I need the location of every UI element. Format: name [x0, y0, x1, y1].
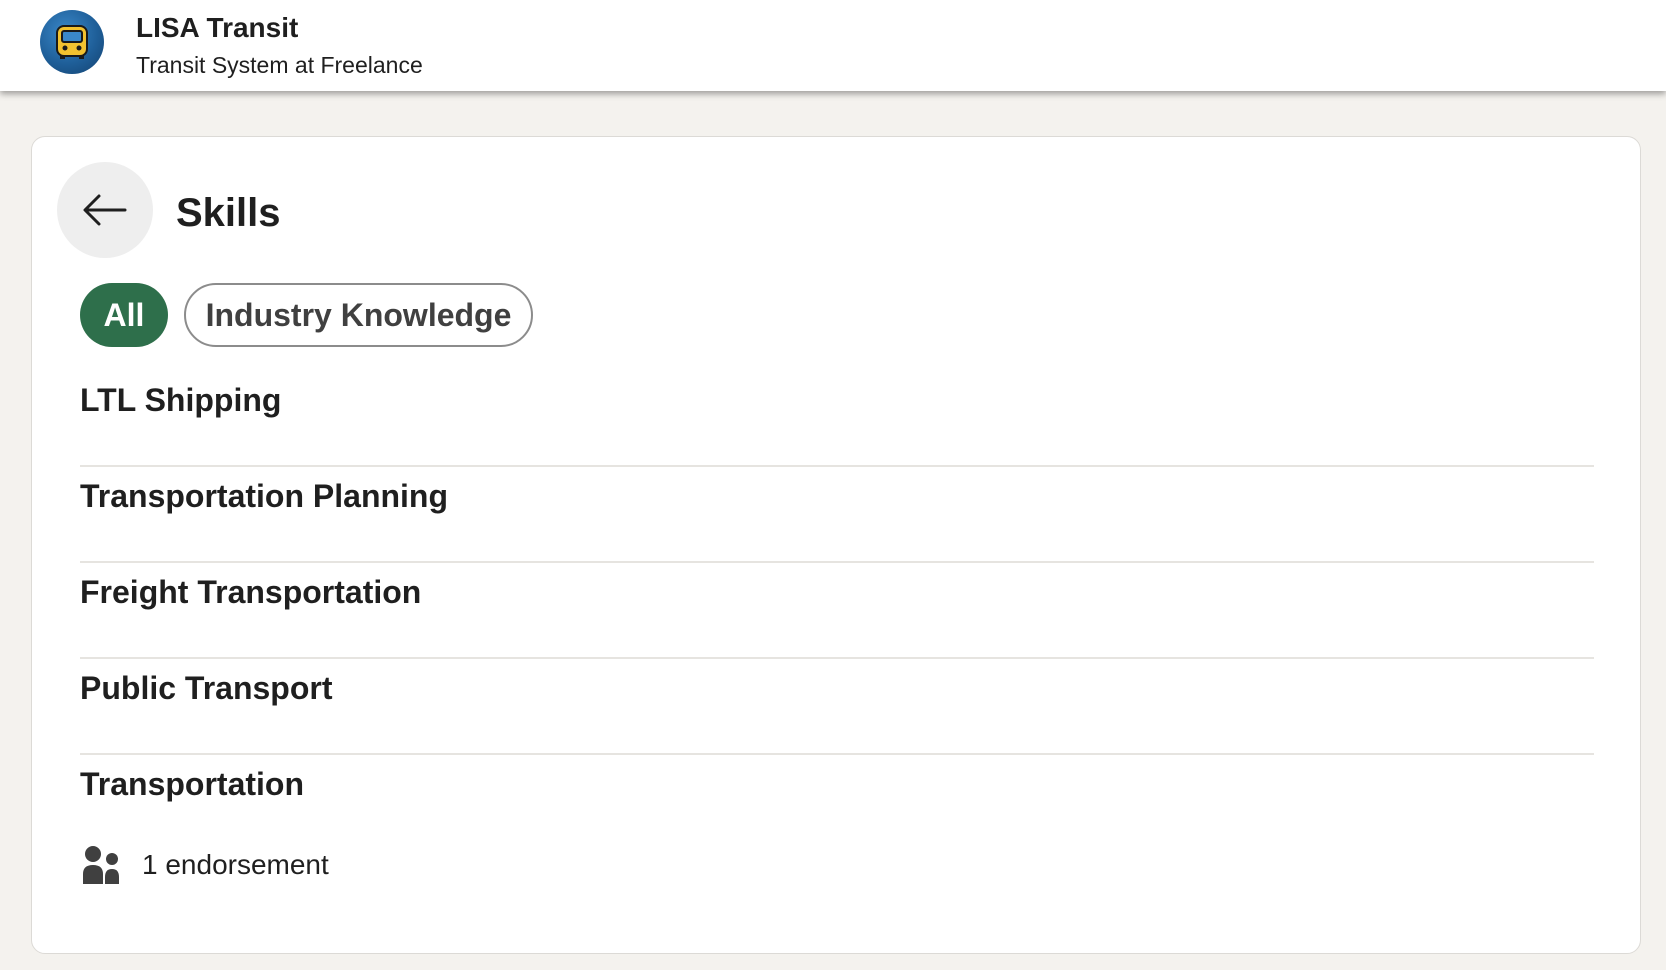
- skill-name: Public Transport: [80, 670, 333, 706]
- skill-item-transportation-planning[interactable]: Transportation Planning: [80, 478, 1594, 538]
- skill-item-freight-transportation[interactable]: Freight Transportation: [80, 574, 1594, 634]
- arrow-left-icon: [83, 194, 127, 226]
- back-button[interactable]: [57, 162, 153, 258]
- bus-logo-icon: [56, 25, 88, 59]
- skills-card: Skills All Industry Knowledge LTL Shippi…: [31, 136, 1641, 954]
- skill-item-ltl-shipping[interactable]: LTL Shipping: [80, 382, 1594, 442]
- skill-item-transportation[interactable]: Transportation: [80, 766, 1594, 826]
- endorsement-count: 1 endorsement: [142, 849, 329, 880]
- skill-name: Transportation Planning: [80, 478, 449, 514]
- filter-industry-knowledge-pill[interactable]: Industry Knowledge: [184, 283, 533, 347]
- company-name[interactable]: LISA Transit: [136, 12, 298, 44]
- divider: [80, 561, 1594, 563]
- filter-all-pill[interactable]: All: [80, 283, 168, 347]
- page-title: Skills: [176, 191, 281, 235]
- divider: [80, 657, 1594, 659]
- endorsement-row[interactable]: 1 endorsement: [80, 843, 329, 887]
- skill-name: LTL Shipping: [80, 382, 282, 418]
- skill-name: Transportation: [80, 766, 305, 802]
- skill-item-public-transport[interactable]: Public Transport: [80, 670, 1594, 730]
- skill-name: Freight Transportation: [80, 574, 422, 610]
- top-bar: LISA Transit Transit System at Freelance: [0, 0, 1666, 91]
- company-logo[interactable]: [40, 10, 104, 74]
- people-icon: [83, 846, 119, 884]
- divider: [80, 465, 1594, 467]
- divider: [80, 753, 1594, 755]
- company-subtitle: Transit System at Freelance: [136, 52, 423, 78]
